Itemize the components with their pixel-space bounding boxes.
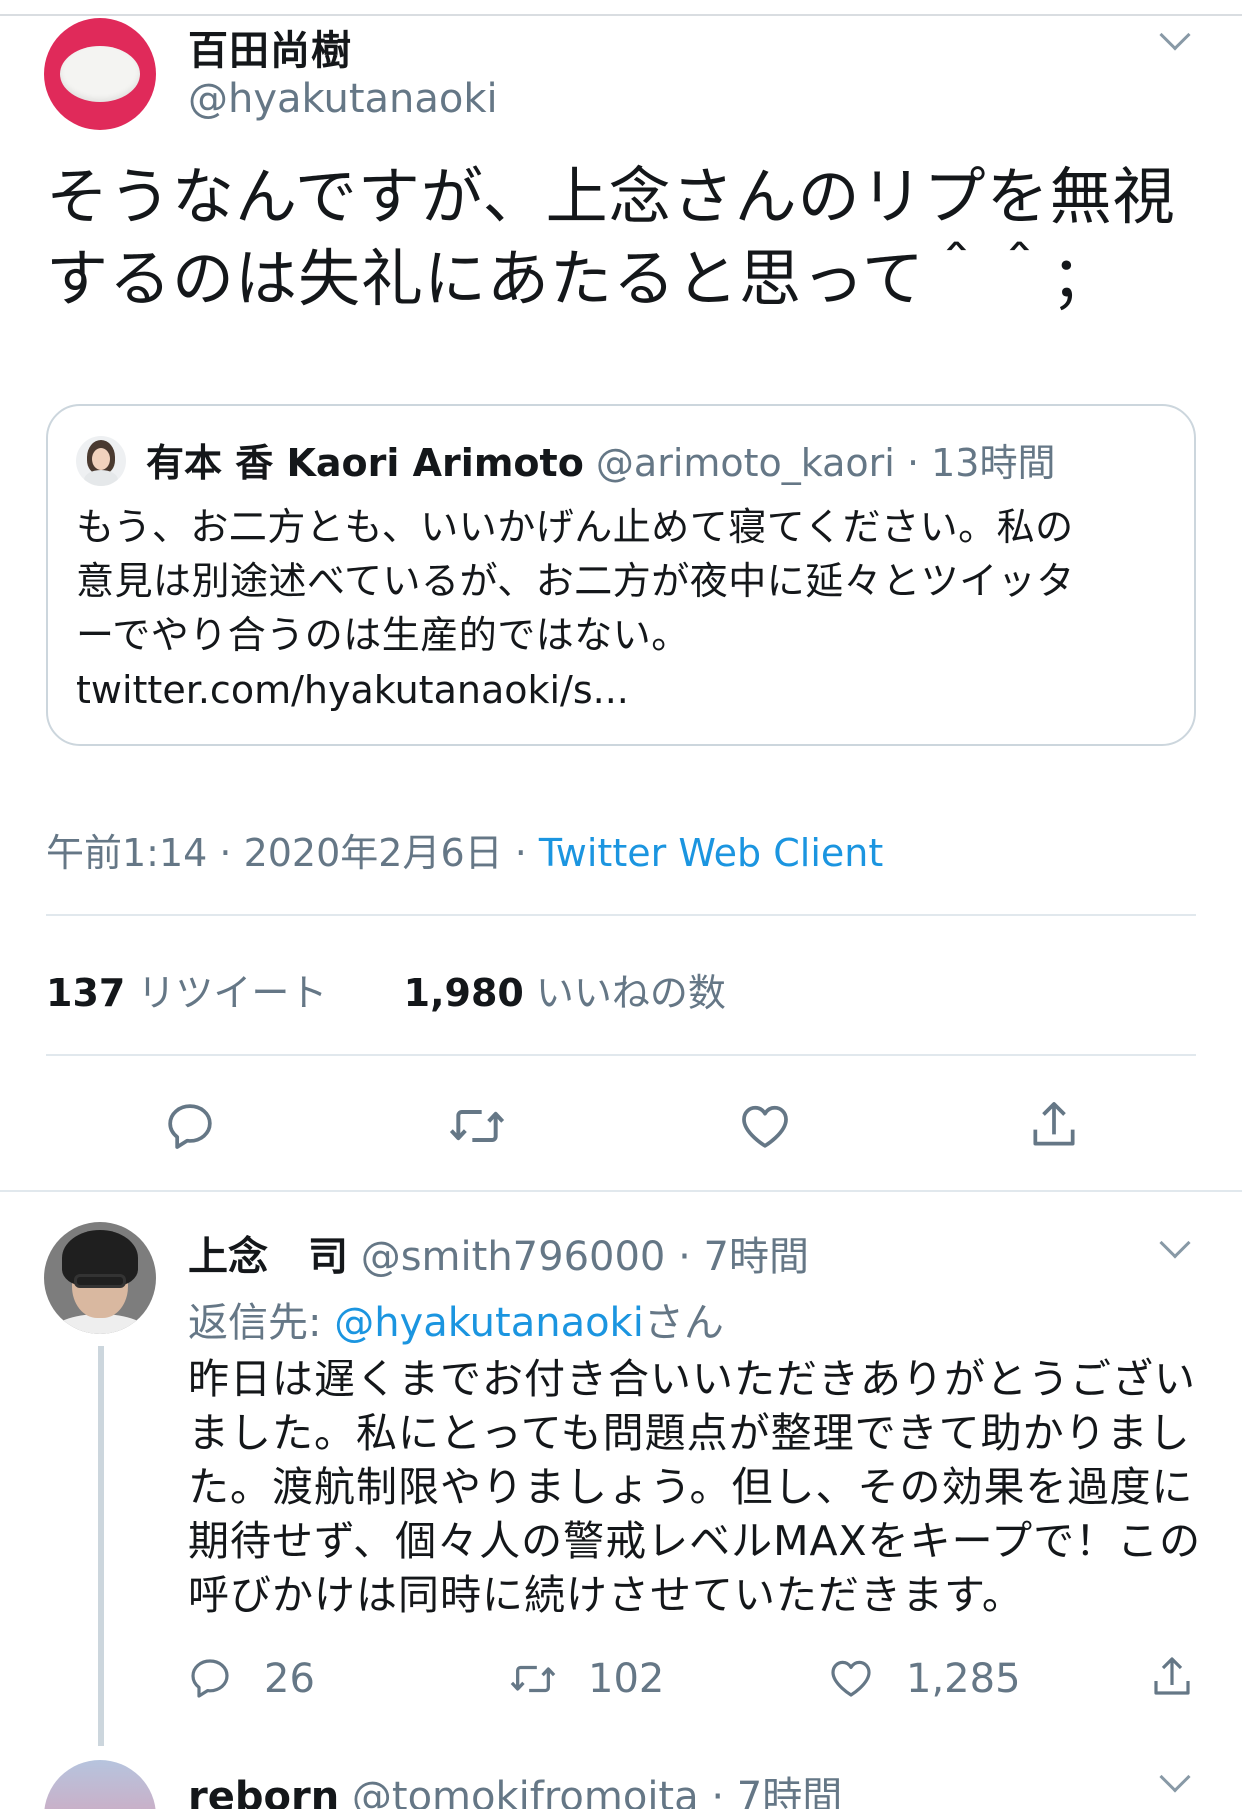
author-handle[interactable]: @hyakutanaoki (188, 76, 498, 122)
tweet-text: そうなんですが、上念さんのリプを無視 するのは失礼にあたると思って＾＾； (46, 160, 1176, 315)
heart-icon (831, 1660, 871, 1697)
reply-count: 26 (264, 1656, 315, 1702)
section-divider (0, 1190, 1242, 1192)
reply2-author-name[interactable]: reborn (188, 1774, 339, 1809)
chevron-down-icon[interactable] (1159, 19, 1191, 51)
heart-icon (742, 1105, 788, 1148)
reply-retweet-button[interactable] (506, 1656, 560, 1702)
reply-reply-button[interactable] (186, 1654, 234, 1702)
reply-icon (168, 1104, 212, 1149)
divider (46, 1054, 1196, 1056)
reply-to-mention[interactable]: @hyakutanaoki (334, 1300, 644, 1346)
divider (46, 914, 1196, 916)
retweet-count: 102 (588, 1656, 665, 1702)
quoted-author-name: 有本 香 Kaori Arimoto (146, 441, 584, 485)
share-icon (1033, 1102, 1075, 1146)
reply-author-avatar[interactable] (44, 1222, 156, 1334)
retweet-button[interactable] (446, 1098, 508, 1154)
quoted-tweet-card[interactable]: 有本 香 Kaori Arimoto @arimoto_kaori · 13時間… (46, 404, 1196, 746)
reply2-author-avatar[interactable] (44, 1760, 156, 1809)
reply-icon (191, 1659, 229, 1698)
quoted-tweet-time: · 13時間 (906, 441, 1056, 485)
retweet-icon (449, 1110, 505, 1142)
reply-text: 昨日は遅くまでお付き合いいただきありがとうござい ました。私にとっても問題点が整… (188, 1355, 1202, 1619)
top-divider (0, 14, 1242, 16)
like-count: 1,285 (906, 1656, 1021, 1702)
reply-author-name[interactable]: 上念 司 (188, 1234, 348, 1280)
chevron-down-icon[interactable] (1159, 1227, 1191, 1259)
reply-button[interactable] (162, 1098, 218, 1154)
author-name[interactable]: 百田尚樹 (188, 18, 352, 76)
share-icon (1154, 1657, 1190, 1695)
quoted-tweet-link[interactable]: twitter.com/hyakutanaoki/s... (76, 668, 629, 712)
like-label[interactable]: いいねの数 (536, 971, 726, 1015)
chevron-down-icon[interactable] (1159, 1761, 1191, 1793)
reply-time: · 7時間 (678, 1234, 809, 1280)
reply-like-button[interactable] (826, 1654, 876, 1702)
retweet-count[interactable]: 137 (46, 971, 125, 1015)
reply-share-button[interactable] (1148, 1652, 1196, 1702)
reply-header: 上念 司 @smith796000 · 7時間 (188, 1224, 809, 1282)
quoted-author-handle: @arimoto_kaori (595, 441, 895, 485)
tweet-timestamp: 午前1:14 · 2020年2月6日 · Twitter Web Client (46, 831, 884, 875)
retweet-icon (510, 1665, 556, 1693)
tweet-stats: 137 リツイート 1,980 いいねの数 (46, 962, 726, 1017)
reply2-author-handle[interactable]: @tomokifromoita (352, 1774, 699, 1809)
quoted-tweet-header: 有本 香 Kaori Arimoto @arimoto_kaori · 13時間 (146, 432, 1055, 487)
quoted-tweet-text: もう、お二方とも、いいかげん止めて寝てください。私の 意見は別途述べているが、お… (76, 505, 1075, 657)
share-button[interactable] (1026, 1096, 1082, 1154)
reply-author-handle[interactable]: @smith796000 (361, 1234, 666, 1280)
reply-to-line: 返信先: @hyakutanaokiさん (188, 1300, 724, 1346)
client-link[interactable]: Twitter Web Client (539, 831, 883, 875)
reply2-time: · 7時間 (711, 1774, 843, 1809)
like-button[interactable] (736, 1098, 794, 1154)
reply2-header: reborn @tomokifromoita · 7時間 (188, 1764, 842, 1809)
quoted-author-avatar (76, 436, 126, 486)
thread-line (98, 1346, 104, 1746)
like-count[interactable]: 1,980 (404, 971, 524, 1015)
author-avatar[interactable] (44, 18, 156, 130)
retweet-label[interactable]: リツイート (137, 971, 327, 1015)
